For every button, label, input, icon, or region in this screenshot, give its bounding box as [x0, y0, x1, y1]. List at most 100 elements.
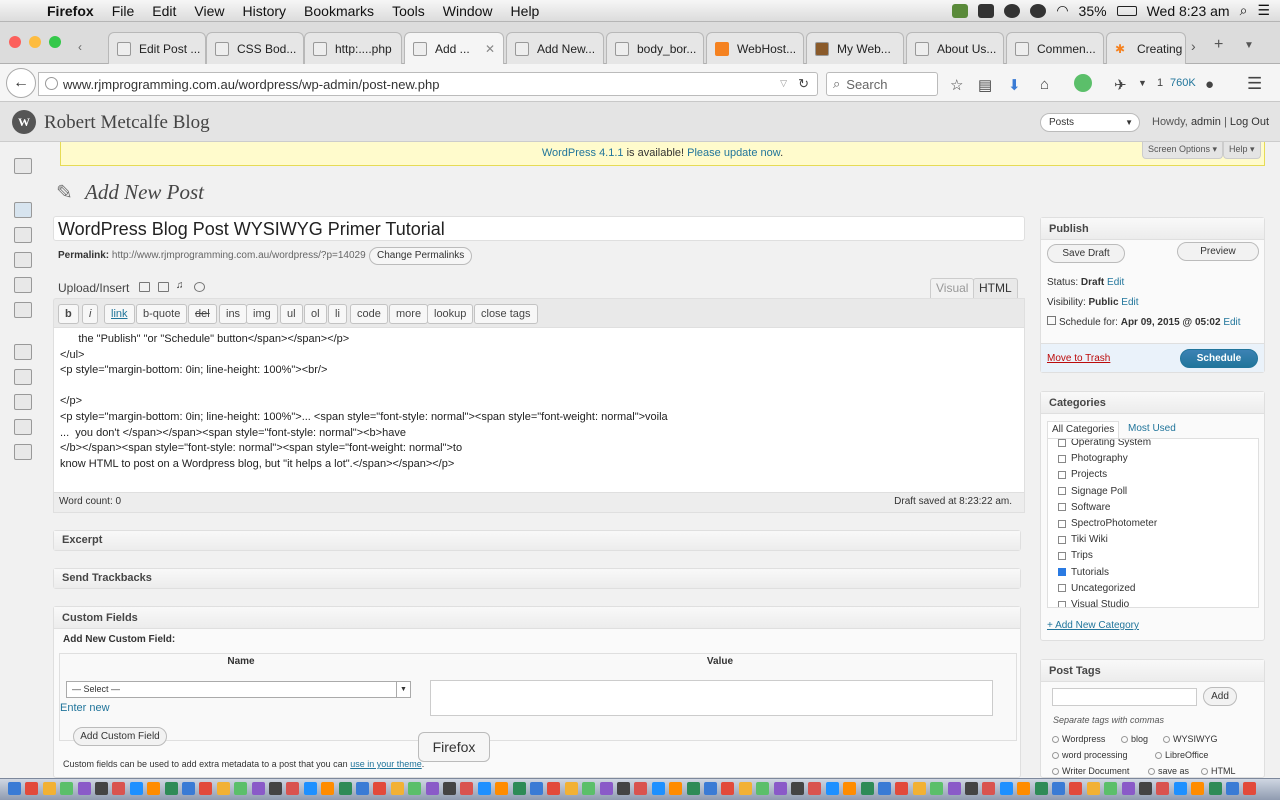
quicktag-lookup-button[interactable]: lookup	[427, 304, 474, 324]
dock-app-icon[interactable]	[930, 782, 944, 795]
dock-app-icon[interactable]	[234, 782, 248, 795]
post-content-textarea[interactable]: the "Publish" "or "Schedule" button</spa…	[53, 328, 1025, 493]
settings-icon[interactable]	[14, 444, 32, 460]
tab-5[interactable]: body_bor...	[606, 32, 704, 64]
category-item[interactable]: Tutorials	[1058, 567, 1109, 578]
posts-icon[interactable]	[14, 202, 32, 218]
sync-icon[interactable]	[1030, 3, 1047, 18]
trackbacks-box[interactable]: Send Trackbacks	[53, 568, 1021, 589]
dock-app-icon[interactable]	[164, 782, 178, 795]
quicktag-link-button[interactable]: link	[104, 304, 135, 324]
dock-app-icon[interactable]	[1191, 782, 1205, 795]
dock-app-icon[interactable]	[756, 782, 770, 795]
tab-html[interactable]: HTML	[973, 278, 1018, 298]
site-name[interactable]: Robert Metcalfe Blog	[44, 112, 210, 134]
category-item[interactable]: SpectroPhotometer	[1058, 518, 1157, 529]
dock-app-icon[interactable]	[321, 782, 335, 795]
category-checkbox[interactable]	[1058, 535, 1066, 544]
add-video-icon[interactable]	[158, 282, 169, 292]
dock-app-icon[interactable]	[199, 782, 213, 795]
dock-app-icon[interactable]	[1226, 782, 1239, 795]
dock-app-icon[interactable]	[1208, 782, 1222, 795]
remove-tag-icon[interactable]	[1052, 751, 1059, 759]
category-item[interactable]: Trips	[1058, 550, 1093, 561]
dock-app-icon[interactable]	[1243, 782, 1257, 795]
category-checkbox[interactable]	[1058, 503, 1066, 512]
remove-tag-icon[interactable]	[1121, 735, 1128, 743]
tab-scroll-right-icon[interactable]: ›	[1191, 38, 1196, 54]
extension-dropdown-icon[interactable]: ▼	[1138, 78, 1147, 88]
category-checkbox[interactable]	[1058, 470, 1066, 479]
dock-app-icon[interactable]	[808, 782, 822, 795]
dock-app-icon[interactable]	[825, 782, 839, 795]
preview-button[interactable]: Preview	[1177, 242, 1259, 261]
dock-app-icon[interactable]	[582, 782, 596, 795]
save-draft-button[interactable]: Save Draft	[1047, 244, 1125, 263]
dock-app-icon[interactable]	[112, 782, 126, 795]
dock-app-icon[interactable]	[425, 782, 439, 795]
plugins-icon[interactable]	[14, 369, 32, 385]
search-input[interactable]: ⌕ Search	[826, 72, 938, 96]
downloads-icon[interactable]: ⬇	[1008, 76, 1021, 94]
comments-icon[interactable]	[14, 302, 32, 318]
tab-10[interactable]: ✱ Creating	[1106, 32, 1186, 64]
pages-icon[interactable]	[14, 277, 32, 293]
screen-options-button[interactable]: Screen Options ▾	[1142, 142, 1224, 159]
wordpress-version-link[interactable]: WordPress 4.1.1	[542, 147, 624, 159]
dock-app-icon[interactable]	[269, 782, 282, 795]
visibility-edit-link[interactable]: Edit	[1121, 297, 1138, 308]
dock-app-icon[interactable]	[860, 782, 874, 795]
dock-app-icon[interactable]	[1052, 782, 1065, 795]
back-button[interactable]: ←	[6, 68, 36, 98]
category-item[interactable]: Visual Studio	[1058, 599, 1129, 607]
tab-7[interactable]: My Web...	[806, 32, 904, 64]
category-checkbox[interactable]	[1058, 584, 1066, 593]
menu-file[interactable]: File	[103, 3, 144, 19]
dock-app-icon[interactable]	[251, 782, 265, 795]
chat-icon[interactable]: ●	[1205, 76, 1214, 93]
clock[interactable]: Wed 8:23 am	[1147, 3, 1230, 19]
tab-1[interactable]: CSS Bod...	[206, 32, 304, 64]
dictation-icon[interactable]	[978, 3, 995, 18]
category-item[interactable]: Operating System	[1058, 439, 1151, 448]
category-item[interactable]: Projects	[1058, 469, 1107, 480]
custom-field-key-select[interactable]: — Select — ▼	[66, 681, 411, 698]
dock-app-icon[interactable]	[1034, 782, 1048, 795]
user-profile-link[interactable]: admin	[1191, 116, 1221, 128]
category-checkbox[interactable]	[1058, 454, 1066, 463]
dock-app-icon[interactable]	[1121, 782, 1135, 795]
menu-window[interactable]: Window	[434, 3, 502, 19]
add-image-icon[interactable]	[139, 282, 150, 292]
menu-history[interactable]: History	[233, 3, 295, 19]
dock-app-icon[interactable]	[843, 782, 857, 795]
remove-tag-icon[interactable]	[1052, 767, 1059, 775]
tab-2[interactable]: http:....php	[304, 32, 402, 64]
quicktag-li-button[interactable]: li	[328, 304, 347, 324]
dock-app-icon[interactable]	[651, 782, 665, 795]
change-permalinks-button[interactable]: Change Permalinks	[369, 247, 473, 265]
quicktag-close-tags-button[interactable]: close tags	[474, 304, 538, 324]
dock-app-icon[interactable]	[1104, 782, 1118, 795]
dock-app-icon[interactable]	[634, 782, 648, 795]
extension-green-icon[interactable]	[1074, 74, 1092, 92]
dock-app-icon[interactable]	[303, 782, 317, 795]
tools-icon[interactable]	[14, 419, 32, 435]
links-icon[interactable]	[14, 252, 32, 268]
dock-app-icon[interactable]	[878, 782, 891, 795]
extension-size[interactable]: 760K	[1170, 77, 1196, 89]
dock-app-icon[interactable]	[129, 782, 143, 795]
dashboard-icon[interactable]	[14, 158, 32, 174]
category-item[interactable]: Software	[1058, 502, 1110, 513]
dock-app-icon[interactable]	[390, 782, 404, 795]
quicktag-ul-button[interactable]: ul	[280, 304, 303, 324]
category-item[interactable]: Uncategorized	[1058, 583, 1135, 594]
tag-input[interactable]	[1052, 688, 1197, 706]
category-item[interactable]: Tiki Wiki	[1058, 534, 1108, 545]
quicktag-code-button[interactable]: code	[350, 304, 388, 324]
quicktag-more-button[interactable]: more	[389, 304, 429, 324]
add-new-category-link[interactable]: + Add New Category	[1047, 620, 1139, 631]
move-to-trash-link[interactable]: Move to Trash	[1047, 353, 1110, 364]
dock-app-icon[interactable]	[599, 782, 613, 795]
dock-app-icon[interactable]	[704, 782, 717, 795]
dock-app-icon[interactable]	[408, 782, 422, 795]
